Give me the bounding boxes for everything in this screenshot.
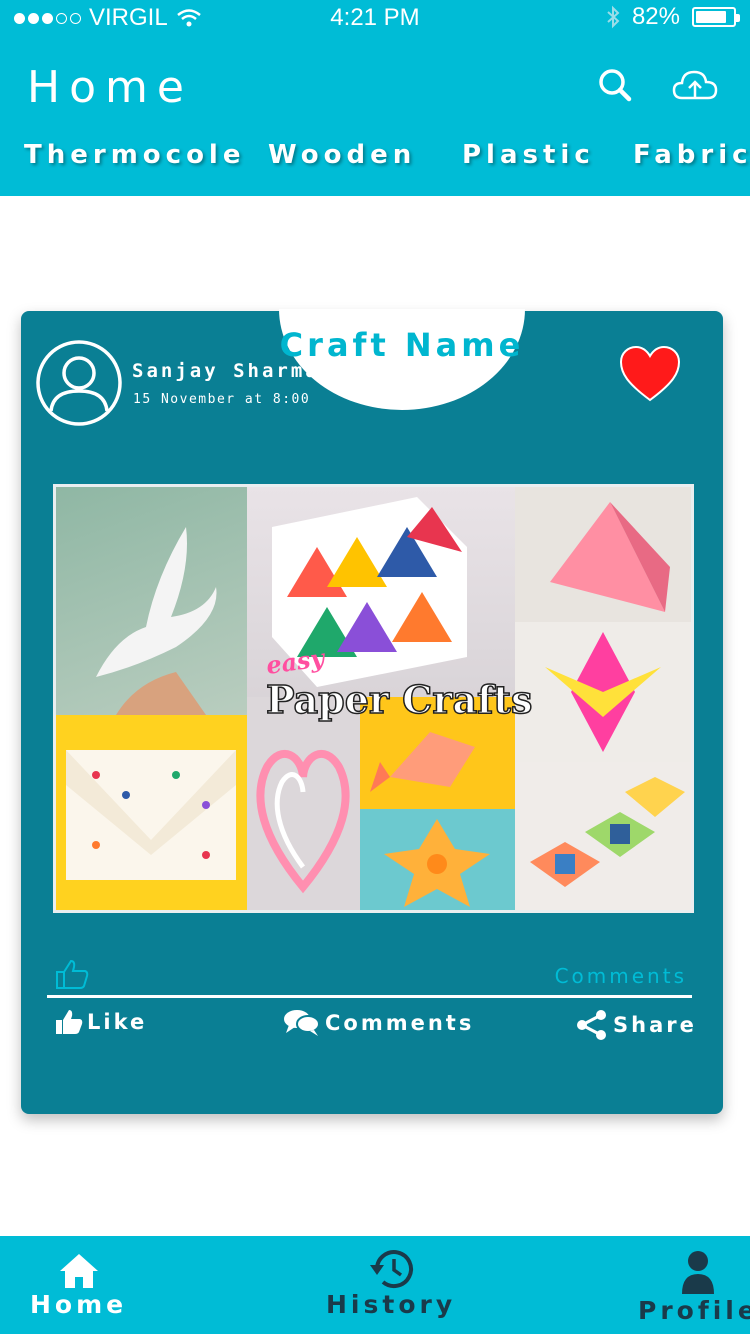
page-title: Home — [27, 62, 193, 113]
nav-profile-label: Profile — [638, 1296, 750, 1325]
tab-plastic[interactable]: Plastic — [462, 140, 595, 170]
status-bar: VIRGIL 4:21 PM 82% — [0, 0, 750, 36]
screen: VIRGIL 4:21 PM 82% Home Thermocole Woode… — [0, 0, 750, 1334]
share-icon — [577, 1010, 606, 1040]
pyramid-tile — [515, 487, 691, 622]
comments-label: Comments — [325, 1011, 475, 1035]
avatar[interactable] — [35, 339, 123, 427]
frames-tile — [515, 762, 691, 910]
history-icon — [370, 1250, 414, 1288]
tab-fabric[interactable]: Fabric — [633, 140, 750, 170]
post-date: 15 November at 8:00 — [133, 392, 311, 407]
dove-tile — [56, 487, 247, 715]
post-card: Craft Name Sanjay Sharma 15 November at … — [21, 309, 723, 1114]
profile-icon — [682, 1251, 715, 1294]
author-name[interactable]: Sanjay Sharma — [132, 360, 320, 382]
nav-profile[interactable]: Profile — [638, 1250, 750, 1325]
search-icon[interactable] — [594, 66, 640, 106]
envelope-shape — [66, 750, 236, 880]
category-tabs: Thermocole Wooden Plastic Fabric — [0, 140, 750, 180]
divider — [47, 995, 692, 998]
status-right: 82% — [606, 3, 740, 31]
app-header: Home Thermocole Wooden Plastic Fabric — [0, 36, 750, 196]
nav-history[interactable]: History — [326, 1248, 456, 1319]
heart-ornament-tile — [247, 697, 360, 910]
image-overlay-title: Paper Crafts — [265, 676, 533, 723]
share-button[interactable]: Share — [575, 1008, 697, 1042]
craft-name: Craft Name — [279, 326, 525, 364]
cloud-upload-icon[interactable] — [672, 66, 718, 106]
like-label: Like — [87, 1010, 148, 1034]
battery-percent: 82% — [631, 3, 680, 30]
tab-thermocole[interactable]: Thermocole — [24, 140, 245, 170]
pyramid-shape — [550, 502, 670, 612]
flower-shape — [384, 819, 490, 907]
heart-ornament-shape — [256, 750, 350, 894]
home-icon — [59, 1254, 98, 1288]
tab-wooden[interactable]: Wooden — [268, 140, 416, 170]
thumbs-up-icon — [56, 1010, 83, 1034]
frames-shape — [530, 777, 685, 887]
star-shape — [545, 632, 661, 752]
battery-icon — [692, 7, 740, 27]
share-label: Share — [613, 1013, 697, 1037]
envelope-tile — [56, 715, 247, 910]
comments-icon — [284, 1010, 320, 1036]
bluetooth-icon — [607, 5, 620, 29]
star-tile — [515, 622, 691, 762]
post-image[interactable]: easy Paper Crafts — [53, 484, 694, 913]
nav-history-label: History — [326, 1290, 457, 1319]
bottom-nav: Home History Profile — [0, 1236, 750, 1334]
nav-home[interactable]: Home — [30, 1252, 127, 1319]
comments-button[interactable]: Comments — [283, 1008, 474, 1038]
like-count-icon — [56, 959, 89, 989]
like-button[interactable]: Like — [55, 1008, 147, 1036]
heart-icon[interactable] — [619, 345, 681, 403]
comments-count-label[interactable]: Comments — [555, 964, 687, 988]
nav-home-label: Home — [30, 1290, 128, 1319]
flower-tile — [360, 809, 515, 910]
dove-shape — [96, 527, 217, 715]
